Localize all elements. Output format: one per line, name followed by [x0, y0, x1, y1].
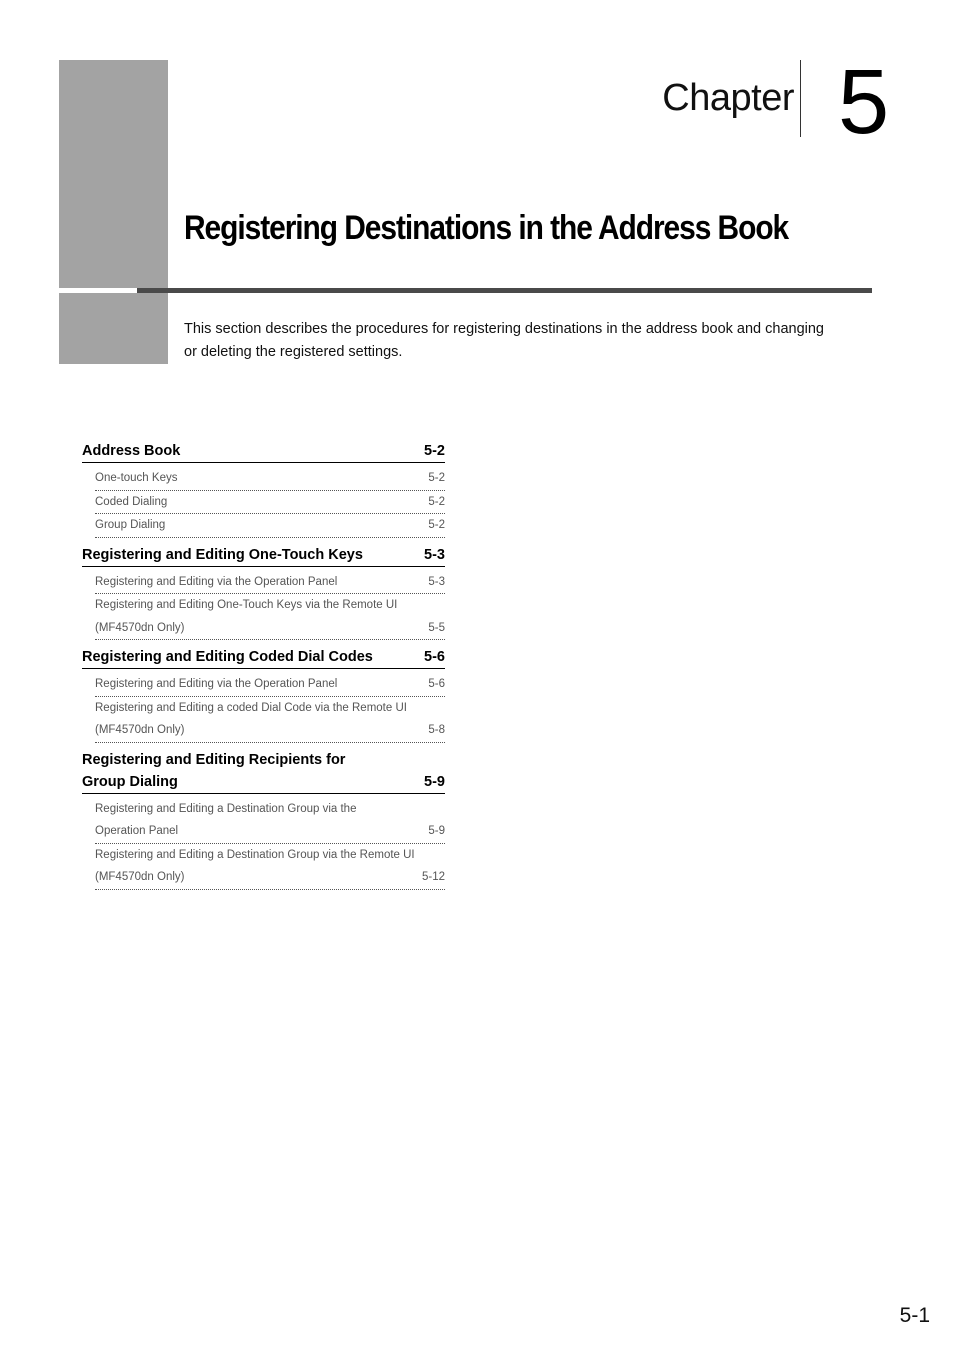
chapter-intro: This section describes the procedures fo… — [184, 321, 824, 360]
toc-section-heading-line1[interactable]: Registering and Editing Recipients for — [82, 749, 445, 771]
toc-item-title: Registering and Editing One-Touch Keys v… — [95, 599, 398, 611]
toc-item-title: Registering and Editing via the Operatio… — [95, 678, 338, 690]
toc-item-title: Registering and Editing via the Operatio… — [95, 575, 338, 588]
toc-item-title: (MF4570dn Only) — [95, 724, 185, 736]
toc-item-page: 5-2 — [428, 519, 445, 531]
toc-sub-list: Registering and Editing via the Operatio… — [82, 567, 445, 647]
toc-item-page: 5-8 — [428, 724, 445, 736]
toc-item-title: Operation Panel — [95, 825, 179, 837]
toc-item-title: (MF4570dn Only) — [95, 621, 185, 634]
toc-section: Registering and Editing One-Touch Keys 5… — [82, 544, 445, 647]
toc-section: Registering and Editing Coded Dial Codes… — [82, 646, 445, 749]
toc-section-heading[interactable]: Group Dialing 5-9 — [82, 771, 445, 794]
toc-item[interactable]: Group Dialing 5-2 — [95, 514, 445, 538]
toc-item-title: Group Dialing — [95, 519, 166, 531]
toc-section-title: Registering and Editing One-Touch Keys — [82, 546, 363, 563]
toc-section-page: 5-9 — [424, 773, 445, 790]
toc-item-page: 5-3 — [428, 575, 445, 588]
toc-section-heading[interactable]: Address Book 5-2 — [82, 440, 445, 463]
toc-item-line2[interactable]: (MF4570dn Only) 5-5 — [95, 617, 445, 640]
toc-sub-list: Registering and Editing a Destination Gr… — [82, 794, 445, 896]
toc-item[interactable]: Registering and Editing via the Operatio… — [95, 571, 445, 594]
toc-item-line2[interactable]: (MF4570dn Only) 5-8 — [95, 719, 445, 743]
chapter-gray-block-top — [59, 60, 168, 288]
title-rule — [137, 288, 872, 293]
toc-item-title: Registering and Editing a Destination Gr… — [95, 802, 357, 815]
chapter-gray-block-bottom — [59, 293, 168, 364]
toc-item[interactable]: Registering and Editing via the Operatio… — [95, 673, 445, 697]
toc-item-line2[interactable]: (MF4570dn Only) 5-12 — [95, 866, 445, 890]
toc-item-line1[interactable]: Registering and Editing a Destination Gr… — [95, 798, 445, 821]
toc-section-title: Group Dialing — [82, 773, 178, 790]
chapter-divider — [800, 60, 801, 137]
toc-item-title: Registering and Editing a Destination Gr… — [95, 848, 415, 861]
toc-sub-list: Registering and Editing via the Operatio… — [82, 669, 445, 749]
toc-section-title: Address Book — [82, 443, 181, 459]
toc-section-page: 5-3 — [424, 546, 445, 563]
toc-item-title: (MF4570dn Only) — [95, 871, 185, 883]
toc-item-page: 5-6 — [428, 678, 445, 690]
chapter-title: Registering Destinations in the Address … — [184, 209, 789, 247]
toc-section-heading[interactable]: Registering and Editing One-Touch Keys 5… — [82, 544, 445, 567]
toc-section-page: 5-6 — [424, 649, 445, 665]
toc-item-line2[interactable]: Operation Panel 5-9 — [95, 820, 445, 844]
toc-item-page: 5-9 — [428, 825, 445, 837]
toc-sub-list: One-touch Keys 5-2 Coded Dialing 5-2 Gro… — [82, 463, 445, 544]
toc-item-page: 5-2 — [428, 472, 445, 484]
toc-item-page: 5-5 — [428, 621, 445, 634]
toc-item[interactable]: One-touch Keys 5-2 — [95, 467, 445, 491]
toc-item-title: Registering and Editing a coded Dial Cod… — [95, 701, 407, 714]
toc-item[interactable]: Coded Dialing 5-2 — [95, 491, 445, 514]
toc-item-line1[interactable]: Registering and Editing a Destination Gr… — [95, 844, 445, 867]
toc-section-page: 5-2 — [424, 443, 445, 459]
chapter-number: 5 — [838, 51, 890, 153]
toc-item-line1[interactable]: Registering and Editing a coded Dial Cod… — [95, 697, 445, 720]
toc-item-page: 5-2 — [428, 495, 445, 508]
chapter-label: Chapter — [662, 77, 794, 119]
toc-section: Address Book 5-2 One-touch Keys 5-2 Code… — [82, 440, 445, 544]
table-of-contents: Address Book 5-2 One-touch Keys 5-2 Code… — [82, 440, 445, 896]
toc-section-title: Registering and Editing Coded Dial Codes — [82, 649, 373, 665]
toc-section-heading[interactable]: Registering and Editing Coded Dial Codes… — [82, 646, 445, 669]
page-number: 5-1 — [899, 1304, 930, 1327]
toc-item-page: 5-12 — [421, 871, 445, 883]
toc-item-title: Coded Dialing — [95, 495, 168, 508]
toc-item-title: One-touch Keys — [95, 472, 178, 484]
toc-item-line1[interactable]: Registering and Editing One-Touch Keys v… — [95, 594, 445, 617]
toc-section: Registering and Editing Recipients for G… — [82, 749, 445, 896]
